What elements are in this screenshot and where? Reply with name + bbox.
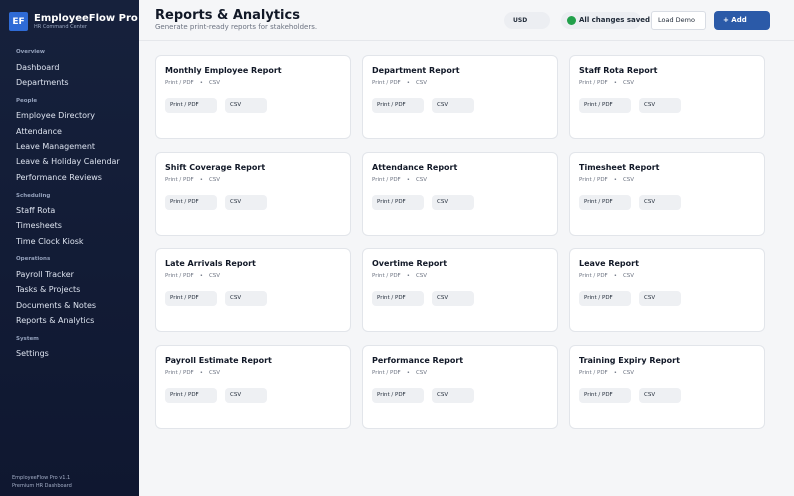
brand-name: EmployeeFlow Pro (34, 12, 138, 24)
sidebar-item-settings[interactable]: Settings (16, 349, 49, 358)
print-pdf-button[interactable]: Print / PDF (579, 98, 631, 113)
add-button[interactable]: + Add (714, 11, 770, 30)
card-title: Department Report (372, 66, 460, 75)
sidebar-item-staff-rota[interactable]: Staff Rota (16, 206, 55, 215)
report-card-training-expiry: Training Expiry Report Print / PDF • CSV P… (569, 345, 765, 429)
sidebar-item-dashboard[interactable]: Dashboard (16, 63, 59, 72)
card-formats: Print / PDF • CSV (372, 370, 428, 376)
card-formats: Print / PDF • CSV (165, 273, 221, 279)
currency-select[interactable]: USD (504, 12, 550, 29)
brand: EF EmployeeFlow Pro HR Command Center (9, 12, 138, 31)
print-pdf-button[interactable]: Print / PDF (372, 291, 424, 306)
sidebar-item-payroll-tracker[interactable]: Payroll Tracker (16, 270, 74, 279)
report-card-payroll-estimate: Payroll Estimate Report Print / PDF • CSV … (155, 345, 351, 429)
app-tagline: Premium HR Dashboard (12, 483, 72, 489)
nav-section-people: People (16, 98, 38, 104)
report-card-staff-rota: Staff Rota Report Print / PDF • CSV Print … (569, 55, 765, 139)
csv-button[interactable]: CSV (639, 98, 681, 113)
report-card-performance: Performance Report Print / PDF • CSV Print… (362, 345, 558, 429)
card-title: Staff Rota Report (579, 66, 658, 75)
nav-section-system: System (16, 336, 39, 342)
card-title: Overtime Report (372, 259, 448, 268)
card-formats: Print / PDF • CSV (579, 370, 635, 376)
csv-button[interactable]: CSV (432, 291, 474, 306)
sidebar-item-time-clock-kiosk[interactable]: Time Clock Kiosk (16, 237, 84, 246)
card-formats: Print / PDF • CSV (579, 80, 635, 86)
brand-subtitle: HR Command Center (34, 23, 87, 30)
report-card-leave: Leave Report Print / PDF • CSV Print / PDF… (569, 248, 765, 332)
report-card-timesheet: Timesheet Report Print / PDF • CSV Print /… (569, 152, 765, 236)
csv-button[interactable]: CSV (639, 388, 681, 403)
sidebar-item-leave-calendar[interactable]: Leave & Holiday Calendar (16, 157, 120, 166)
print-pdf-button[interactable]: Print / PDF (165, 195, 217, 210)
report-card-overtime: Overtime Report Print / PDF • CSV Print / … (362, 248, 558, 332)
print-pdf-button[interactable]: Print / PDF (165, 98, 217, 113)
card-title: Late Arrivals Report (165, 259, 256, 268)
print-pdf-button[interactable]: Print / PDF (579, 388, 631, 403)
print-pdf-button[interactable]: Print / PDF (165, 291, 217, 306)
sidebar-item-departments[interactable]: Departments (16, 78, 69, 87)
csv-button[interactable]: CSV (639, 195, 681, 210)
status-dot-icon (567, 16, 576, 25)
card-formats: Print / PDF • CSV (165, 370, 221, 376)
csv-button[interactable]: CSV (225, 291, 267, 306)
save-status-text: All changes saved (579, 16, 651, 24)
csv-button[interactable]: CSV (432, 195, 474, 210)
sidebar-item-attendance[interactable]: Attendance (16, 127, 62, 136)
app-version: EmployeeFlow Pro v1.1 (12, 475, 71, 481)
sidebar-item-tasks-projects[interactable]: Tasks & Projects (16, 285, 80, 294)
sidebar-footer: EmployeeFlow Pro v1.1 Premium HR Dashboa… (12, 474, 72, 490)
card-title: Monthly Employee Report (165, 66, 282, 75)
sidebar-item-employee-directory[interactable]: Employee Directory (16, 111, 95, 120)
brand-logo: EF (9, 12, 28, 31)
nav-section-operations: Operations (16, 256, 51, 262)
report-card-late-arrivals: Late Arrivals Report Print / PDF • CSV Pri… (155, 248, 351, 332)
card-formats: Print / PDF • CSV (165, 177, 221, 183)
csv-button[interactable]: CSV (432, 98, 474, 113)
card-title: Timesheet Report (579, 163, 660, 172)
report-card-shift-coverage: Shift Coverage Report Print / PDF • CSV Pr… (155, 152, 351, 236)
print-pdf-button[interactable]: Print / PDF (372, 195, 424, 210)
card-formats: Print / PDF • CSV (579, 177, 635, 183)
card-formats: Print / PDF • CSV (165, 80, 221, 86)
nav-section-overview: Overview (16, 49, 45, 55)
csv-button[interactable]: CSV (639, 291, 681, 306)
sidebar-item-documents-notes[interactable]: Documents & Notes (16, 301, 96, 310)
load-demo-button[interactable]: Load Demo (651, 11, 706, 30)
print-pdf-button[interactable]: Print / PDF (579, 291, 631, 306)
page-title: Reports & Analytics (155, 8, 300, 23)
card-formats: Print / PDF • CSV (372, 80, 428, 86)
csv-button[interactable]: CSV (225, 195, 267, 210)
sidebar-item-leave-management[interactable]: Leave Management (16, 142, 95, 151)
page-subtitle: Generate print-ready reports for stakeho… (155, 23, 318, 31)
card-formats: Print / PDF • CSV (372, 273, 428, 279)
card-title: Leave Report (579, 259, 639, 268)
sidebar: EF EmployeeFlow Pro HR Command Center Ov… (0, 0, 139, 496)
card-title: Shift Coverage Report (165, 163, 266, 172)
sidebar-item-reports-analytics[interactable]: Reports & Analytics (16, 316, 94, 325)
card-title: Training Expiry Report (579, 356, 680, 365)
sidebar-item-performance-reviews[interactable]: Performance Reviews (16, 173, 102, 182)
header-divider (139, 40, 794, 41)
card-formats: Print / PDF • CSV (579, 273, 635, 279)
csv-button[interactable]: CSV (432, 388, 474, 403)
print-pdf-button[interactable]: Print / PDF (165, 388, 217, 403)
print-pdf-button[interactable]: Print / PDF (372, 388, 424, 403)
report-card-attendance: Attendance Report Print / PDF • CSV Print … (362, 152, 558, 236)
card-title: Attendance Report (372, 163, 458, 172)
save-status-badge: All changes saved (561, 12, 650, 29)
report-card-department: Department Report Print / PDF • CSV Print … (362, 55, 558, 139)
card-formats: Print / PDF • CSV (372, 177, 428, 183)
card-title: Performance Report (372, 356, 464, 365)
nav-section-scheduling: Scheduling (16, 193, 51, 199)
report-card-monthly-employee: Monthly Employee Report Print / PDF • CSV … (155, 55, 351, 139)
card-title: Payroll Estimate Report (165, 356, 272, 365)
print-pdf-button[interactable]: Print / PDF (372, 98, 424, 113)
csv-button[interactable]: CSV (225, 388, 267, 403)
print-pdf-button[interactable]: Print / PDF (579, 195, 631, 210)
csv-button[interactable]: CSV (225, 98, 267, 113)
sidebar-item-timesheets[interactable]: Timesheets (16, 221, 62, 230)
